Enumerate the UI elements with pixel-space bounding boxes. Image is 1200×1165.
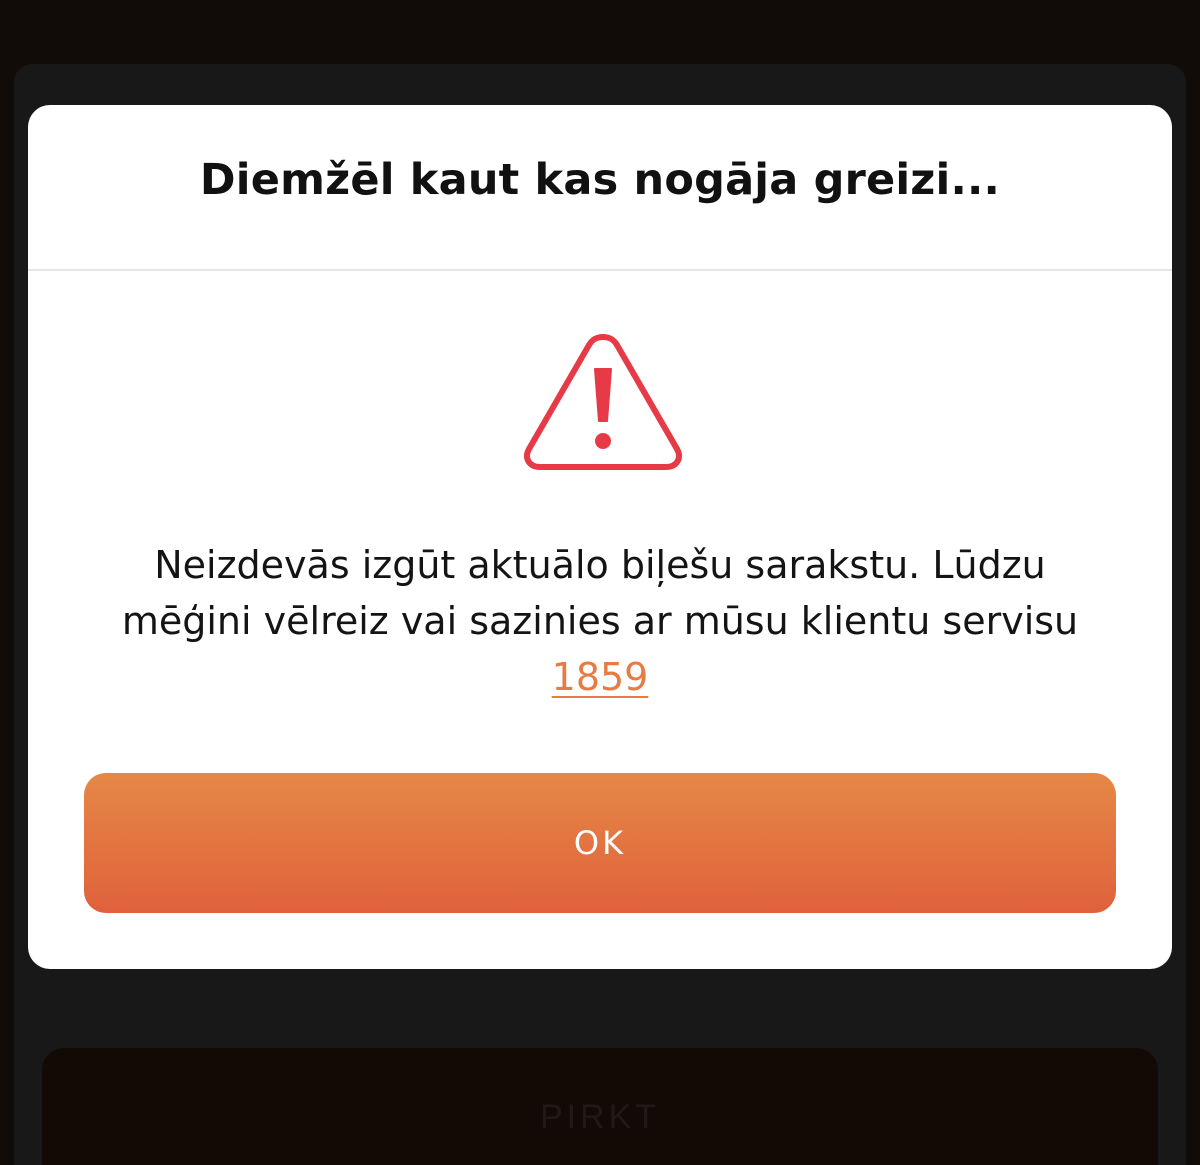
warning-triangle-icon: [524, 334, 682, 470]
dialog-header: Diemžēl kaut kas nogāja greizi...: [28, 105, 1172, 271]
dialog-message: Neizdevās izgūt aktuālo biļešu sarakstu.…: [88, 537, 1112, 705]
error-dialog: Diemžēl kaut kas nogāja greizi... Neizde…: [28, 105, 1172, 969]
ok-button[interactable]: OK: [84, 773, 1116, 913]
dialog-title: Diemžēl kaut kas nogāja greizi...: [199, 155, 1001, 205]
message-line-2: mēģini vēlreiz vai sazinies ar mūsu klie…: [121, 599, 1079, 643]
message-line-1: Neizdevās izgūt aktuālo biļešu sarakstu.…: [154, 543, 1046, 587]
app-screen: PIRKT Diemžēl kaut kas nogāja greizi... …: [0, 0, 1200, 1165]
phone-number-link[interactable]: 1859: [552, 655, 649, 699]
buy-button[interactable]: PIRKT: [42, 1048, 1158, 1165]
